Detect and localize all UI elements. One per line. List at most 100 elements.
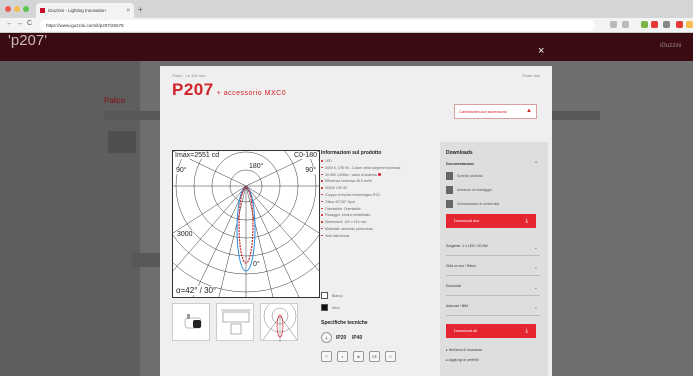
- color-swatch-white[interactable]: [321, 292, 328, 299]
- product-info-title: Informazioni sul prodotto: [321, 150, 382, 156]
- product-modal: Palco · Le 400 mm Share this P207 + acces…: [160, 66, 552, 376]
- dimming-icon: ☉: [385, 351, 396, 362]
- favorites-checkbox[interactable]: ▸ Aggiungi ai preferiti: [446, 358, 479, 362]
- section-label: Palco: [104, 96, 126, 105]
- angle-90-right-label: 90°: [305, 167, 316, 174]
- info-bullet: 3000K CRI 90: [321, 186, 441, 190]
- beam-angle-label: α=42° / 30°: [176, 286, 217, 295]
- tab-title: iGuzzini - Lighting Innovation: [48, 8, 106, 13]
- safety-class-icon: ⏚: [321, 332, 332, 343]
- download-area-checkbox[interactable]: ▸ Nell'area di download: [446, 348, 482, 352]
- minimize-window-dot[interactable]: [14, 6, 20, 12]
- imax-label: Imax=2551 cd: [175, 152, 220, 159]
- cad-select[interactable]: Autocad / BIM ⌄: [446, 302, 540, 316]
- source-select-value: Sorgente: 1 x LED / 30.9W: [446, 244, 488, 248]
- specs-title: Specifiche tecniche: [321, 320, 368, 326]
- extension-icon[interactable]: [686, 21, 693, 28]
- angle-0-label: 0°: [253, 261, 260, 268]
- document-icon: [446, 200, 453, 208]
- driver-icon: ◐: [337, 351, 348, 362]
- download-doc-label: Download doc: [454, 218, 480, 223]
- plane-label: C0-180: [294, 152, 317, 159]
- chevron-down-icon: ⌄: [533, 265, 538, 271]
- doc-item[interactable]: Dichiarazione di conformità: [446, 200, 499, 208]
- extension-icon[interactable]: [663, 21, 670, 28]
- info-red-dot-icon[interactable]: [377, 172, 381, 176]
- info-bullet: Ottica 42°/30° Spot: [321, 200, 441, 204]
- doc-item[interactable]: Scheda prodotto: [446, 172, 483, 180]
- chevron-down-icon: ⌄: [533, 285, 538, 291]
- brand-logo: iGuzzini: [660, 43, 682, 49]
- document-icon: [446, 172, 453, 180]
- info-bullet: Efficienza luminosa 45.5 lm/W: [321, 179, 441, 183]
- format-select-value: DIALux evo / Relux: [446, 264, 476, 268]
- photometric-thumbnail[interactable]: [260, 299, 298, 342]
- doc-item[interactable]: Istruzioni di montaggio: [446, 186, 492, 194]
- favicon-icon: [40, 8, 45, 13]
- close-window-dot[interactable]: [5, 6, 11, 12]
- source-select[interactable]: Sorgente: 1 x LED / 30.9W ⌄: [446, 242, 540, 256]
- back-icon[interactable]: ←: [6, 20, 13, 27]
- documentation-title: Documentazione: [446, 162, 475, 166]
- certification-icon: ⊕: [353, 351, 364, 362]
- extension-icon[interactable]: [622, 21, 629, 28]
- download-all-label: Download all: [454, 328, 477, 333]
- info-bullet: Gruppo di rischio fotobiologico RG1: [321, 193, 441, 197]
- spotlight-icon: [184, 314, 202, 329]
- breadcrumb[interactable]: Palco · Le 400 mm: [172, 73, 206, 78]
- forward-icon[interactable]: →: [16, 20, 23, 27]
- configure-accessory-button[interactable]: Cambia/rimuovi accessorio ▲: [454, 104, 537, 119]
- chevron-up-icon[interactable]: ^: [535, 161, 537, 167]
- photometry-select[interactable]: Eulumdat ⌄: [446, 282, 540, 296]
- info-bullet: Dimensioni: 100 x 210 mm: [321, 220, 441, 224]
- share-link[interactable]: Share this: [522, 73, 540, 78]
- ip40-label: IP40: [352, 335, 363, 341]
- close-icon[interactable]: ×: [538, 45, 544, 57]
- color-swatch-black[interactable]: [321, 304, 328, 311]
- accessory-label: + accessorio MXC0: [216, 90, 287, 97]
- extension-icon[interactable]: [651, 21, 658, 28]
- info-bullet: Materiale: alluminio pressofuso: [321, 227, 441, 231]
- radius-3000-label: 3000: [177, 231, 193, 238]
- angle-90-left-label: 90°: [176, 167, 187, 174]
- info-bullet: Fissaggio: binario elettrificato: [321, 213, 441, 217]
- extension-icon[interactable]: [676, 21, 683, 28]
- doc-item-label: Scheda prodotto: [457, 174, 483, 178]
- configure-accessory-label: Cambia/rimuovi accessorio: [459, 109, 508, 114]
- cad-select-value: Autocad / BIM: [446, 304, 468, 308]
- format-select[interactable]: DIALux evo / Relux ⌄: [446, 262, 540, 276]
- maximize-window-dot[interactable]: [23, 6, 29, 12]
- polar-curve: [173, 151, 319, 297]
- chevron-down-icon: ⌄: [533, 245, 538, 251]
- product-photo-thumbnail[interactable]: [172, 303, 210, 341]
- extension-icon[interactable]: [641, 21, 648, 28]
- site-sidebar: [0, 61, 140, 376]
- download-all-button[interactable]: Download all ⤓: [446, 324, 536, 338]
- info-bullet: Vedi dati tecnici: [321, 234, 441, 238]
- thumbnail-strip: [172, 299, 298, 342]
- reload-icon[interactable]: C: [27, 20, 32, 27]
- info-bullet-text: 30.9W/ 1405lm - valori di sistema: [325, 172, 377, 177]
- photometry-select-value: Eulumdat: [446, 284, 461, 288]
- product-code: P207: [172, 80, 214, 99]
- chevron-down-icon: ⌄: [533, 305, 538, 311]
- browser-tab[interactable]: iGuzzini - Lighting Innovation ×: [36, 3, 134, 18]
- car-icon: ▲: [526, 108, 532, 114]
- extension-icon[interactable]: [610, 21, 617, 28]
- site-header: [0, 33, 693, 61]
- color-swatch-label: Nero: [332, 306, 340, 310]
- download-icon: ⤓: [525, 328, 528, 334]
- downloads-title: Downloads: [446, 150, 473, 156]
- info-bullet: LED: [321, 159, 441, 163]
- download-area-label: Nell'area di download: [448, 348, 483, 352]
- doc-item-label: Dichiarazione di conformità: [457, 202, 500, 206]
- download-doc-button[interactable]: Download doc ⤓: [446, 214, 536, 228]
- url-input[interactable]: https://www.iguzzini.com/it/p207/2667E: [40, 20, 595, 31]
- polar-mini-icon: [262, 299, 298, 342]
- background-thumbnail: [108, 131, 136, 153]
- tab-close-icon[interactable]: ×: [126, 8, 130, 14]
- technical-drawing-thumbnail[interactable]: [216, 303, 254, 341]
- drawing-icon: [221, 309, 251, 335]
- page-title: 'p207': [8, 32, 48, 49]
- new-tab-button[interactable]: +: [138, 5, 143, 14]
